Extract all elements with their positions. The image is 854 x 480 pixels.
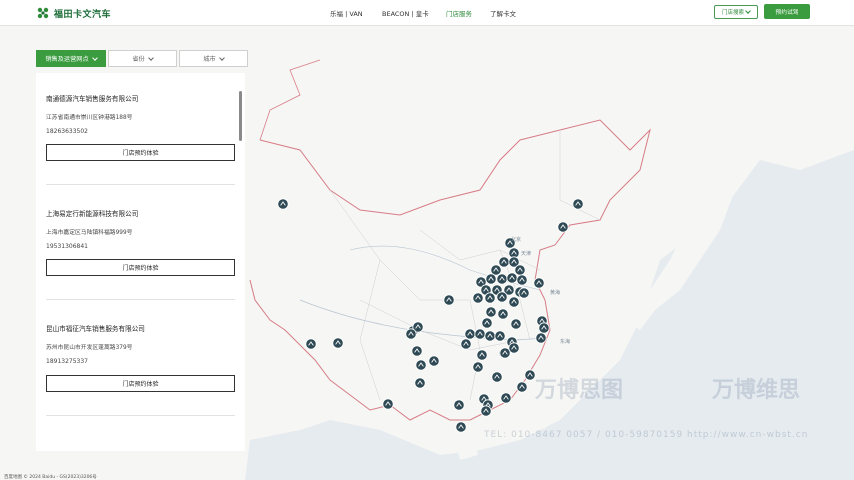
dealer-list-scrollbar[interactable] xyxy=(239,91,242,141)
dealer-marker-icon[interactable] xyxy=(491,371,503,383)
dealer-type-label: 销售及运营网点 xyxy=(45,56,89,63)
divider xyxy=(46,184,235,185)
dealer-marker-icon[interactable] xyxy=(535,332,547,344)
dealer-card: 南通德源汽车销售服务有限公司 江苏省南通市崇川区钟港路188号 18263633… xyxy=(46,93,235,161)
book-visit-button[interactable]: 门店预约体验 xyxy=(46,259,235,276)
dealer-marker-icon[interactable] xyxy=(510,318,522,330)
dealer-marker-icon[interactable] xyxy=(480,405,492,417)
map-label-yellow-sea: 黄海 xyxy=(550,290,561,296)
dealer-name: 上海易定行新能源科技有限公司 xyxy=(46,210,139,218)
dealer-marker-icon[interactable] xyxy=(538,322,550,334)
dealer-marker-icon[interactable] xyxy=(428,355,440,367)
dealer-phone: 18263633502 xyxy=(46,128,88,135)
province-label: 省份 xyxy=(132,56,145,63)
dealer-marker-icon[interactable] xyxy=(464,328,476,340)
dealer-marker-icon[interactable] xyxy=(411,345,423,357)
book-visit-button[interactable]: 门店预约体验 xyxy=(46,375,235,392)
dealer-marker-icon[interactable] xyxy=(472,292,484,304)
map-label-tianjin: 天津 xyxy=(521,251,532,257)
dealer-marker-icon[interactable] xyxy=(498,256,510,268)
dealer-marker-icon[interactable] xyxy=(484,292,496,304)
dealer-marker-icon[interactable] xyxy=(414,377,426,389)
dealer-name: 昆山市福征汽车销售服务有限公司 xyxy=(46,325,145,333)
dealer-marker-icon[interactable] xyxy=(476,349,488,361)
brand-logo-text: 福田卡文汽车 xyxy=(54,9,112,20)
book-visit-button[interactable]: 门店预约体验 xyxy=(46,144,235,161)
dealer-marker-icon[interactable] xyxy=(332,337,344,349)
store-search-button[interactable]: 门店搜索 xyxy=(714,5,758,19)
dealer-filters: 销售及运营网点 省份 城市 xyxy=(36,50,248,67)
dealer-marker-icon[interactable] xyxy=(485,273,497,285)
dealer-marker-icon[interactable] xyxy=(496,273,508,285)
dealer-address: 江苏省南通市崇川区钟港路188号 xyxy=(46,115,133,121)
chevron-down-icon xyxy=(91,54,98,61)
map-attribution: 百度地图 © 2024 Baidu - GS(2023)3206号 xyxy=(4,475,97,480)
dealer-marker-icon[interactable] xyxy=(485,306,497,318)
brand-logo[interactable]: 福田卡文汽车 xyxy=(36,6,111,20)
dealer-marker-icon[interactable] xyxy=(277,198,289,210)
divider xyxy=(46,415,235,416)
dealer-phone: 18913275337 xyxy=(46,358,88,365)
dealer-card: 昆山市福征汽车销售服务有限公司 苏州市昆山市开发区蓬蒿路379号 1891327… xyxy=(46,323,235,392)
nav-beacon[interactable]: BEACON | 皇卡 xyxy=(382,8,429,18)
dealer-phone: 19531306841 xyxy=(46,243,88,250)
test-drive-button[interactable]: 预约试驾 xyxy=(764,4,810,19)
dealer-name: 南通德源汽车销售服务有限公司 xyxy=(46,95,139,103)
chevron-down-icon xyxy=(745,8,751,14)
dealer-marker-icon[interactable] xyxy=(481,317,493,329)
dealer-marker-icon[interactable] xyxy=(516,274,528,286)
dealer-marker-icon[interactable] xyxy=(494,330,506,342)
dealer-marker-icon[interactable] xyxy=(415,359,427,371)
dealer-marker-icon[interactable] xyxy=(518,287,530,299)
dealer-card: 上海易定行新能源科技有限公司 上海市嘉定区马陆镇科福路999号 19531306… xyxy=(46,208,235,276)
chevron-down-icon xyxy=(218,54,225,61)
chevron-down-icon xyxy=(147,54,154,61)
dealer-marker-icon[interactable] xyxy=(305,338,317,350)
dealer-marker-icon[interactable] xyxy=(516,381,528,393)
dealer-marker-icon[interactable] xyxy=(500,392,512,404)
store-search-label: 门店搜索 xyxy=(721,10,744,16)
dealer-type-select[interactable]: 销售及运营网点 xyxy=(36,50,106,67)
map-label-beijing: 北京 xyxy=(511,237,522,243)
dealer-marker-icon[interactable] xyxy=(474,328,486,340)
dealer-address: 苏州市昆山市开发区蓬蒿路379号 xyxy=(46,345,133,351)
dealer-marker-icon[interactable] xyxy=(484,330,496,342)
dealer-marker-icon[interactable] xyxy=(506,272,518,284)
dealer-marker-icon[interactable] xyxy=(499,347,511,359)
dealer-address: 上海市嘉定区马陆镇科福路999号 xyxy=(46,230,133,236)
dealer-marker-icon[interactable] xyxy=(572,198,584,210)
divider xyxy=(46,299,235,300)
watermark-contact: TEL: 010-8467 0057 / 010-59870159 http:/… xyxy=(484,430,809,440)
watermark-logo-right: 万博维思 xyxy=(712,378,801,403)
dealer-marker-icon[interactable] xyxy=(496,291,508,303)
map-label-east-sea: 东海 xyxy=(560,339,571,345)
dealer-marker-icon[interactable] xyxy=(453,399,465,411)
dealer-marker-icon[interactable] xyxy=(533,277,545,289)
watermark-logo-left: 万博思图 xyxy=(535,378,624,403)
dealer-marker-icon[interactable] xyxy=(405,328,417,340)
nav-van[interactable]: 乐福 | VAN xyxy=(330,8,363,18)
province-select[interactable]: 省份 xyxy=(108,50,177,67)
dealer-marker-icon[interactable] xyxy=(455,421,467,433)
brand-logo-icon xyxy=(37,7,49,19)
dealer-marker-icon[interactable] xyxy=(443,294,455,306)
site-header: 福田卡文汽车 乐福 | VAN BEACON | 皇卡 门店服务 了解卡文 门店… xyxy=(0,0,854,26)
dealer-marker-icon[interactable] xyxy=(514,264,526,276)
city-label: 城市 xyxy=(203,56,216,63)
nav-about[interactable]: 了解卡文 xyxy=(490,8,516,18)
city-select[interactable]: 城市 xyxy=(179,50,248,67)
dealer-marker-icon[interactable] xyxy=(382,398,394,410)
dealer-list-panel[interactable]: 南通德源汽车销售服务有限公司 江苏省南通市崇川区钟港路188号 18263633… xyxy=(36,73,245,451)
dealer-marker-icon[interactable] xyxy=(557,221,569,233)
dealer-marker-icon[interactable] xyxy=(524,369,536,381)
dealer-marker-icon[interactable] xyxy=(508,296,520,308)
nav-store-service[interactable]: 门店服务 xyxy=(446,8,472,18)
dealer-marker-icon[interactable] xyxy=(497,308,509,320)
dealer-marker-icon[interactable] xyxy=(472,361,484,373)
dealer-marker-icon[interactable] xyxy=(460,338,472,350)
